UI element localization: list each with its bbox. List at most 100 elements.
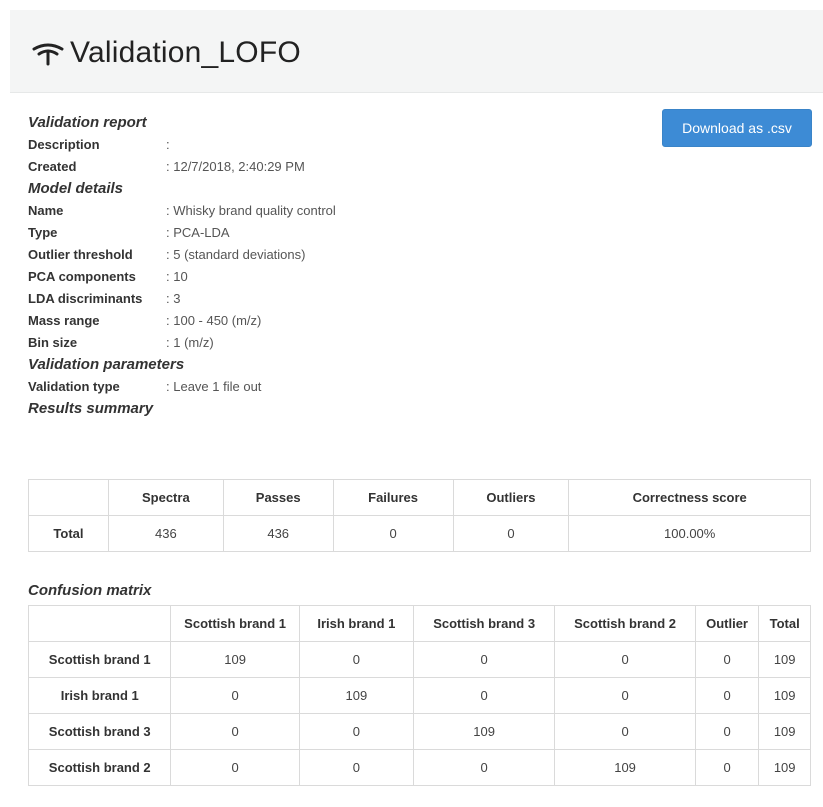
params-list: Validation type Leave 1 file out [28,376,818,398]
report-label: Created [28,159,77,174]
results-body: Total 436 436 0 0 100.00% [28,515,811,552]
report-list: Description Created 12/7/2018, 2:40:29 PM [28,134,818,178]
confusion-cell: 109 [758,749,811,786]
confusion-cell: 0 [298,641,414,678]
results-row-header: Total [28,515,109,552]
model-row: PCA components 10 [28,266,818,288]
confusion-cell: 0 [694,749,760,786]
model-value: 100 - 450 (m/z) [166,310,261,332]
model-row: Type PCA-LDA [28,222,818,244]
confusion-cell: 109 [298,677,414,714]
confusion-cell: 0 [412,677,556,714]
results-header-row: Spectra Passes Failures Outliers Correctness… [28,479,811,516]
confusion-cell: 0 [170,749,300,786]
model-label: PCA components [28,269,136,284]
confusion-header-cell: Outlier [694,605,760,642]
params-row: Validation type Leave 1 file out [28,376,818,398]
model-value: 1 (m/z) [166,332,213,354]
model-value: Whisky brand quality control [166,200,336,222]
confusion-cell: 109 [758,641,811,678]
confusion-row-header: Scottish brand 1 [27,641,172,678]
confusion-header-cell: Scottish brand 2 [554,605,696,642]
confusion-cell: 0 [298,749,414,786]
model-icon [32,43,64,66]
results-cell: 436 [107,515,224,552]
confusion-cell: 0 [298,713,414,750]
section-results-summary: Results summary [28,400,154,417]
report-value: 12/7/2018, 2:40:29 PM [166,156,305,178]
model-value: PCA-LDA [166,222,229,244]
confusion-header-row: Scottish brand 1 Irish brand 1 Scottish br… [27,605,811,642]
confusion-cell: 0 [412,749,556,786]
report-label: Description [28,137,100,152]
page-header: Validation_LOFO [10,10,823,93]
model-row: Name Whisky brand quality control [28,200,818,222]
table-row: Irish brand 1 0 109 0 0 0 109 [27,677,811,714]
confusion-cell: 0 [412,641,556,678]
results-header-cell: Failures [332,479,454,516]
model-row: Bin size 1 (m/z) [28,332,818,354]
model-row: Outlier threshold 5 (standard deviations) [28,244,818,266]
model-label: Bin size [28,335,78,350]
model-label: Type [28,225,58,240]
results-header-cell: Spectra [107,479,224,516]
confusion-header-cell: Total [758,605,811,642]
confusion-header-cell: Scottish brand 1 [170,605,300,642]
confusion-cell: 109 [554,749,696,786]
confusion-matrix-table: Scottish brand 1 Irish brand 1 Scottish br… [27,605,811,786]
params-value: Leave 1 file out [166,376,261,398]
results-header-cell: Correctness score [568,479,811,516]
model-row: Mass range 100 - 450 (m/z) [28,310,818,332]
results-cell: 436 [222,515,334,552]
results-cell: 0 [452,515,570,552]
results-cell: 0 [332,515,454,552]
confusion-cell: 0 [170,713,300,750]
model-label: Mass range [28,313,100,328]
confusion-cell: 0 [694,677,760,714]
confusion-cell: 0 [554,677,696,714]
results-summary-table: Spectra Passes Failures Outliers Correctness… [28,479,811,552]
confusion-cell: 0 [170,677,300,714]
report-body: Validation report Description Created 12/7… [28,112,818,420]
confusion-cell: 0 [554,713,696,750]
table-row: Total 436 436 0 0 100.00% [28,515,811,552]
model-value: 10 [166,266,187,288]
results-cell: 100.00% [568,515,811,552]
section-validation-parameters: Validation parameters [28,356,185,373]
model-label: LDA discriminants [28,291,143,306]
confusion-row-header: Irish brand 1 [27,677,172,714]
page-title: Validation_LOFO [70,36,301,69]
section-confusion-matrix: Confusion matrix [28,582,152,599]
results-header-cell: Outliers [452,479,570,516]
confusion-body: Scottish brand 1 109 0 0 0 0 109 Irish brand 10… [27,641,811,786]
confusion-cell: 0 [694,641,760,678]
model-list: Name Whisky brand quality control Type PCA-… [28,200,818,354]
table-row: Scottish brand 2 0 0 0 109 0 109 [27,749,811,786]
confusion-cell: 109 [412,713,556,750]
results-header-cell [28,479,109,516]
confusion-header-cell: Scottish brand 3 [412,605,556,642]
confusion-cell: 0 [554,641,696,678]
report-row: Created 12/7/2018, 2:40:29 PM [28,156,818,178]
model-row: LDA discriminants 3 [28,288,818,310]
table-row: Scottish brand 3 0 0 109 0 0 109 [27,713,811,750]
table-row: Scottish brand 1 109 0 0 0 0 109 [27,641,811,678]
report-row: Description [28,134,818,156]
confusion-header-cell [27,605,172,642]
confusion-cell: 109 [170,641,300,678]
model-label: Name [28,203,64,218]
confusion-header-cell: Irish brand 1 [298,605,414,642]
report-value [166,134,170,156]
confusion-row-header: Scottish brand 2 [27,749,172,786]
section-model-details: Model details [28,180,124,197]
title-wrap: Validation_LOFO [32,36,301,70]
section-validation-report: Validation report [28,114,147,131]
confusion-cell: 0 [694,713,760,750]
results-header-cell: Passes [222,479,334,516]
model-value: 3 [166,288,180,310]
confusion-cell: 109 [758,677,811,714]
confusion-cell: 109 [758,713,811,750]
params-label: Validation type [28,379,120,394]
confusion-row-header: Scottish brand 3 [27,713,172,750]
model-label: Outlier threshold [28,247,133,262]
